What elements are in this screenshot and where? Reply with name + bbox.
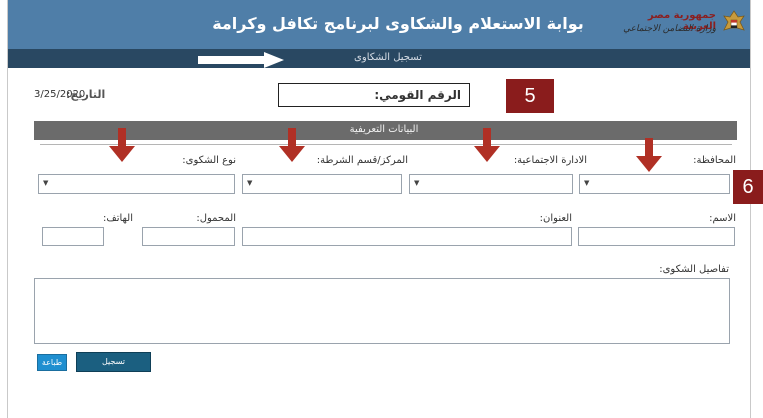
arrow-down-icon: [636, 138, 662, 172]
complaint-type-label: نوع الشكوى:: [182, 155, 236, 166]
arrow-right-icon: [198, 52, 284, 68]
section-title: البيانات التعريفية: [349, 124, 419, 135]
chevron-down-icon: ▼: [43, 179, 49, 187]
national-id-field[interactable]: الرقم القومي:: [278, 83, 470, 107]
mobile-input[interactable]: [142, 227, 235, 246]
print-button[interactable]: طباعة: [37, 354, 67, 371]
app-header: بوابة الاستعلام والشكاوى لبرنامج تكافل و…: [8, 0, 750, 49]
address-input[interactable]: [242, 227, 572, 246]
phone-label: الهاتف:: [103, 213, 133, 224]
ministry-line-2: وزارة التضامن الاجتماعي: [623, 24, 716, 34]
identification-section-header: البيانات التعريفية: [34, 121, 737, 140]
national-id-label: الرقم القومي:: [374, 88, 461, 102]
governorate-label: المحافظة:: [693, 155, 736, 166]
police-station-select[interactable]: ▼: [242, 174, 402, 194]
arrow-down-icon: [279, 128, 305, 162]
section-divider: [40, 144, 732, 145]
step-badge-6: 6: [733, 170, 763, 204]
chevron-down-icon: ▼: [584, 179, 590, 187]
social-admin-select[interactable]: ▼: [409, 174, 573, 194]
address-label: العنوان:: [539, 213, 572, 224]
social-admin-label: الادارة الاجتماعية:: [513, 155, 587, 166]
mobile-label: المحمول:: [196, 213, 236, 224]
step-badge-5: 5: [506, 79, 554, 113]
name-input[interactable]: [578, 227, 735, 246]
complaint-details-textarea[interactable]: [34, 278, 730, 344]
chevron-down-icon: ▼: [414, 179, 420, 187]
register-complaint-tab[interactable]: تسجيل الشكاوى: [328, 52, 448, 63]
complaint-details-label: تفاصيل الشكوى:: [659, 264, 729, 275]
police-station-label: المركز/قسم الشرطة:: [316, 155, 408, 166]
submit-button[interactable]: تسجيل: [76, 352, 151, 372]
phone-input[interactable]: [42, 227, 104, 246]
chevron-down-icon: ▼: [247, 179, 253, 187]
date-label: التاريخ:: [66, 88, 106, 101]
governorate-select[interactable]: ▼: [579, 174, 730, 194]
portal-title: بوابة الاستعلام والشكاوى لبرنامج تكافل و…: [212, 14, 584, 33]
name-label: الاسم:: [709, 213, 736, 224]
complaint-type-select[interactable]: ▼: [38, 174, 235, 194]
sub-navigation-bar: تسجيل الشكاوى: [8, 49, 750, 68]
egypt-eagle-logo-icon: [723, 10, 745, 31]
arrow-down-icon: [474, 128, 500, 162]
arrow-down-icon: [109, 128, 135, 162]
